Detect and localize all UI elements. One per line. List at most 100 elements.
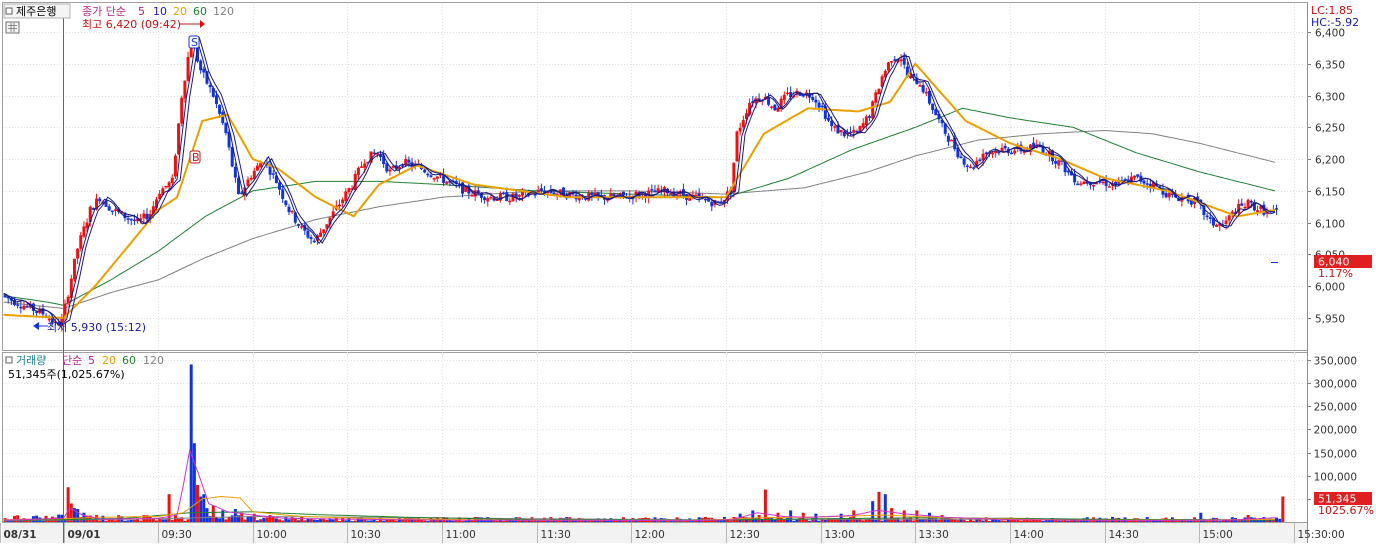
candle-body bbox=[401, 165, 405, 167]
volume-bar bbox=[1041, 521, 1045, 523]
volume-bar bbox=[1060, 520, 1064, 522]
candle-body bbox=[868, 116, 872, 118]
volume-bar bbox=[259, 519, 263, 522]
candle-body bbox=[423, 169, 427, 173]
stock-chart[interactable]: 6,4006,3506,3006,2506,2006,1506,1006,050… bbox=[0, 0, 1376, 545]
candle-body bbox=[931, 103, 935, 111]
volume-bar bbox=[129, 519, 133, 522]
time-axis-label: 15:30:00 bbox=[1298, 529, 1345, 541]
low-price-label: 최저 5,930 (15:12) bbox=[47, 321, 146, 334]
candle-body bbox=[710, 201, 714, 207]
candle-body bbox=[1101, 181, 1105, 184]
volume-bar bbox=[341, 517, 345, 522]
buy-signal-label: B bbox=[192, 151, 200, 164]
volume-bar bbox=[315, 519, 319, 522]
volume-axis-label: 300,000 bbox=[1314, 379, 1357, 391]
candle-body bbox=[353, 173, 357, 191]
volume-bar bbox=[953, 519, 957, 522]
volume-checkbox[interactable] bbox=[5, 356, 13, 364]
candle-body bbox=[675, 194, 679, 196]
volume-bar bbox=[224, 519, 228, 522]
candle-body bbox=[827, 117, 831, 121]
volume-ma-label-5[interactable]: 5 bbox=[88, 354, 95, 367]
time-axis-label: 13:30 bbox=[919, 529, 949, 541]
volume-axis-label: 100,000 bbox=[1314, 472, 1357, 484]
candle-body bbox=[1057, 160, 1061, 166]
volume-ma-label-60[interactable]: 60 bbox=[122, 354, 136, 367]
volume-bar bbox=[154, 520, 158, 522]
time-axis-label: 09/01 bbox=[68, 529, 101, 541]
stock-name-label: 제주은행 bbox=[16, 5, 56, 18]
volume-bar bbox=[785, 517, 789, 522]
candle-body bbox=[694, 194, 698, 197]
candle-body bbox=[82, 226, 86, 237]
volume-bar bbox=[426, 521, 430, 523]
candle-body bbox=[1249, 200, 1253, 203]
candle-body bbox=[874, 92, 878, 103]
sell-signal-label: S bbox=[191, 36, 198, 49]
candle-body bbox=[1215, 224, 1219, 227]
volume-bar bbox=[751, 510, 755, 522]
candle-body bbox=[356, 167, 360, 175]
volume-bar bbox=[284, 516, 288, 522]
candle-body bbox=[946, 135, 950, 142]
volume-bar bbox=[123, 520, 127, 522]
volume-bar bbox=[287, 519, 291, 522]
candle-body bbox=[1145, 183, 1149, 185]
volume-bar bbox=[211, 505, 215, 522]
time-axis-label: 14:30 bbox=[1109, 529, 1139, 541]
candle-body bbox=[811, 96, 815, 100]
price-ma-label-60[interactable]: 60 bbox=[193, 5, 207, 18]
candle-body bbox=[319, 232, 323, 237]
price-ma-label-5[interactable]: 5 bbox=[138, 5, 145, 18]
candle-body bbox=[483, 197, 487, 201]
volume-bar bbox=[246, 516, 250, 522]
candle-body bbox=[347, 188, 351, 193]
settings-icon[interactable] bbox=[5, 21, 20, 34]
stock-name-checkbox[interactable] bbox=[5, 7, 13, 15]
candle-body bbox=[363, 163, 367, 168]
candle-body bbox=[972, 167, 976, 169]
volume-bar bbox=[350, 521, 354, 523]
candle-body bbox=[1003, 145, 1007, 149]
candle-body bbox=[1066, 170, 1070, 173]
candle-body bbox=[767, 97, 771, 105]
volume-ma-label-20[interactable]: 20 bbox=[102, 354, 116, 367]
volume-bar bbox=[369, 520, 373, 522]
volume-bar bbox=[132, 519, 136, 522]
volume-bar bbox=[1000, 520, 1004, 522]
candle-body bbox=[1133, 175, 1137, 178]
volume-bar bbox=[940, 515, 944, 522]
candle-body bbox=[281, 189, 285, 199]
volume-bar bbox=[98, 520, 102, 522]
price-ma-label-20[interactable]: 20 bbox=[173, 5, 187, 18]
volume-bar bbox=[177, 518, 181, 522]
price-ma-label-120[interactable]: 120 bbox=[213, 5, 234, 18]
price-ma-label-10[interactable]: 10 bbox=[153, 5, 167, 18]
candle-body bbox=[1205, 215, 1209, 218]
volume-bar bbox=[1218, 521, 1222, 523]
volume-bar bbox=[997, 520, 1001, 522]
volume-bar bbox=[189, 364, 193, 522]
candle-body bbox=[218, 104, 222, 114]
volume-bar bbox=[899, 520, 903, 522]
candle-body bbox=[899, 59, 903, 62]
volume-ma-label-120[interactable]: 120 bbox=[143, 354, 164, 367]
volume-bar bbox=[205, 508, 209, 522]
candle-body bbox=[246, 179, 250, 187]
time-axis-label: 11:00 bbox=[446, 529, 476, 541]
volume-axis-label: 350,000 bbox=[1314, 356, 1357, 368]
candle-body bbox=[918, 85, 922, 87]
volume-bar bbox=[233, 509, 237, 522]
candle-body bbox=[1240, 203, 1244, 206]
time-axis-label: 13:00 bbox=[825, 529, 855, 541]
time-axis-label: 12:00 bbox=[635, 529, 665, 541]
volume-bar bbox=[861, 520, 865, 522]
candle-body bbox=[817, 102, 821, 108]
volume-bar bbox=[281, 520, 285, 522]
candle-body bbox=[782, 94, 786, 100]
volume-bar bbox=[461, 521, 465, 523]
candle-body bbox=[72, 258, 76, 280]
candle-body bbox=[445, 181, 449, 184]
volume-bar bbox=[823, 519, 827, 522]
